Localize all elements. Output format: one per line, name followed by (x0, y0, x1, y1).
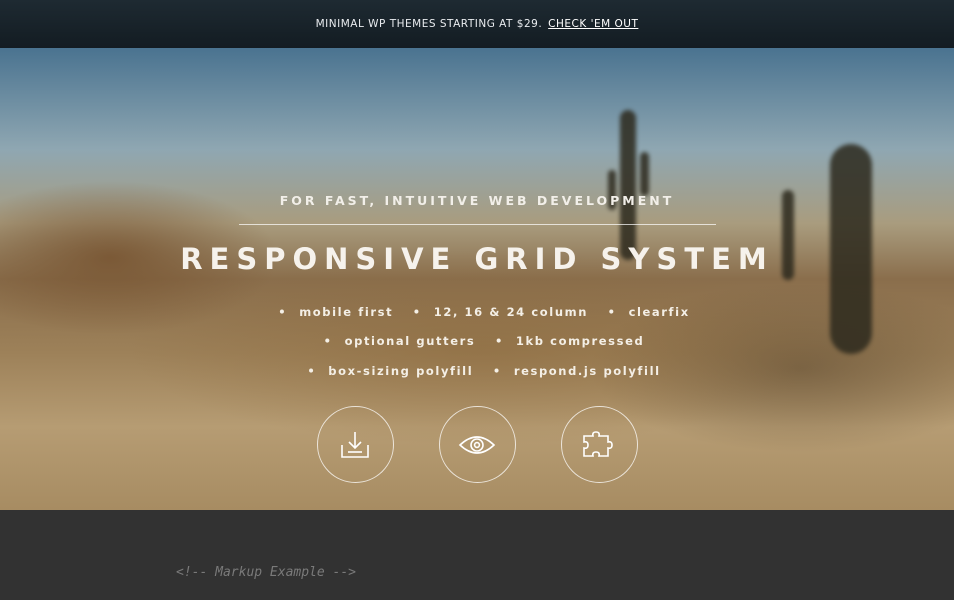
feature-item: mobile first (264, 305, 393, 319)
feature-row-2: optional gutters 1kb compressed (0, 334, 954, 348)
hero-tagline: FOR FAST, INTUITIVE WEB DEVELOPMENT (279, 193, 675, 208)
download-icon (341, 431, 369, 458)
feature-item: 1kb compressed (481, 334, 644, 348)
promo-bar: MINIMAL WP THEMES STARTING AT $29. CHECK… (0, 0, 954, 49)
feature-item: 12, 16 & 24 column (399, 305, 588, 319)
promo-link[interactable]: CHECK 'EM OUT (548, 18, 638, 30)
hero-divider (239, 224, 716, 225)
extensions-button[interactable] (560, 406, 638, 483)
hero-icon-buttons (0, 406, 954, 483)
hero-content: FOR FAST, INTUITIVE WEB DEVELOPMENT RESP… (0, 48, 954, 510)
feature-item: respond.js polyfill (479, 364, 661, 378)
hero-section: FOR FAST, INTUITIVE WEB DEVELOPMENT RESP… (0, 48, 954, 510)
download-button[interactable] (316, 406, 394, 483)
feature-item: optional gutters (310, 334, 476, 348)
feature-row-3: box-sizing polyfill respond.js polyfill (0, 364, 954, 378)
code-section: <!-- Markup Example --> (0, 510, 954, 600)
feature-row-1: mobile first 12, 16 & 24 column clearfix (0, 305, 954, 319)
puzzle-icon (583, 430, 613, 457)
preview-button[interactable] (438, 406, 516, 483)
eye-icon (458, 435, 496, 454)
promo-text: MINIMAL WP THEMES STARTING AT $29. (315, 18, 543, 30)
markup-example-comment: <!-- Markup Example --> (176, 565, 357, 580)
hero-title: RESPONSIVE GRID SYSTEM (180, 242, 774, 276)
feature-item: box-sizing polyfill (293, 364, 473, 378)
feature-item: clearfix (594, 305, 690, 319)
